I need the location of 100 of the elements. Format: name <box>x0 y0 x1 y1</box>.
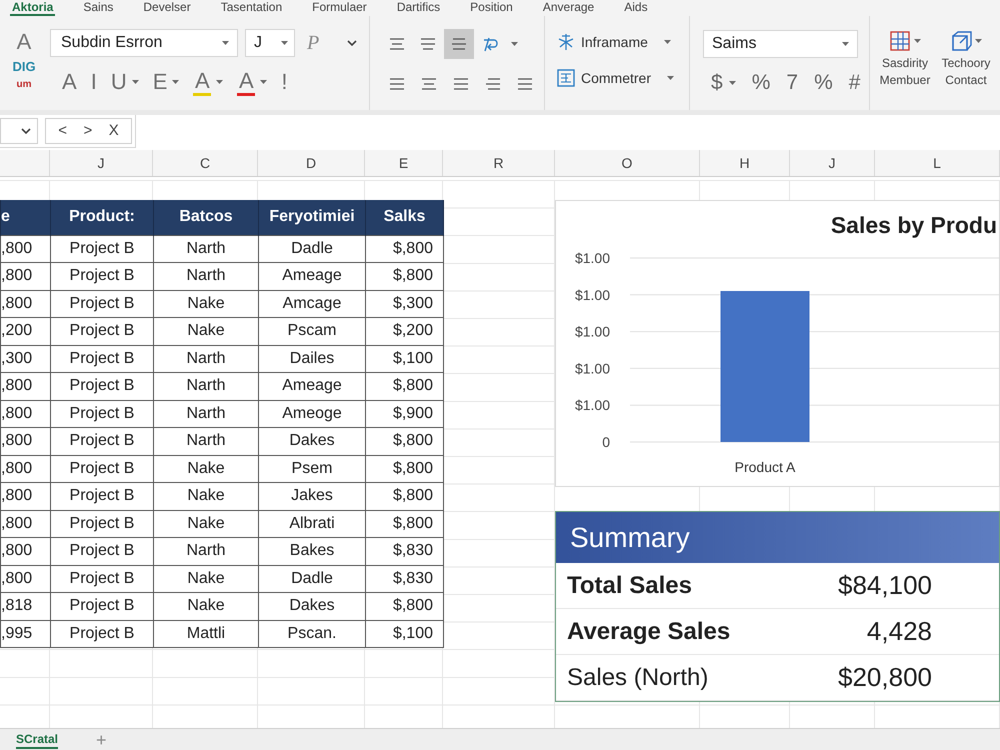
clipboard-button[interactable]: A <box>16 30 32 54</box>
table-cell: ,800 <box>0 565 50 592</box>
table-cell: Amcage <box>258 290 366 318</box>
table-cell: Psem <box>258 455 366 482</box>
style-menu-button[interactable]: Inframame <box>557 33 689 51</box>
column-header[interactable]: Salks <box>366 200 444 235</box>
formula-bar-button[interactable]: > <box>80 122 96 140</box>
table-cell: ,200 <box>0 318 50 345</box>
format-button[interactable]: E <box>152 70 180 94</box>
number-format-button[interactable]: % <box>814 71 833 95</box>
column-header[interactable]: L <box>875 150 1000 176</box>
caret-down-icon[interactable] <box>511 42 518 46</box>
format-button[interactable]: A <box>237 68 268 96</box>
summary-label: Average Sales <box>567 616 730 646</box>
formula-bar-button[interactable]: X <box>106 122 122 140</box>
chevron-down-icon[interactable] <box>347 40 358 46</box>
table-cell: ,800 <box>0 482 50 510</box>
column-header[interactable]: H <box>700 150 790 176</box>
table-cell: ,995 <box>0 620 50 648</box>
column-header[interactable]: E <box>365 150 443 176</box>
column-header[interactable]: C <box>153 150 258 176</box>
clipboard-button[interactable]: DIG <box>12 59 36 74</box>
ribbon-tab[interactable]: Anverage <box>540 1 596 16</box>
caret-down-icon[interactable] <box>667 76 674 80</box>
caret-down-icon[interactable] <box>172 80 180 84</box>
column-header[interactable]: D <box>258 150 365 176</box>
column-header[interactable]: Product: <box>50 200 154 235</box>
formula-bar-button[interactable]: < <box>55 122 70 140</box>
caret-down-icon[interactable] <box>222 41 229 45</box>
ribbon-tab[interactable]: Position <box>468 1 515 16</box>
summary-value: $20,800 <box>838 661 932 694</box>
table-cell: Albrati <box>258 510 366 538</box>
table-cell: Narth <box>154 400 258 428</box>
table-cell: Project B <box>50 345 154 372</box>
table-cell: Project B <box>50 565 154 592</box>
number-format-dropdown[interactable]: Saims <box>703 30 858 58</box>
align-icon <box>485 77 501 91</box>
column-header[interactable]: Feryotimiei <box>258 200 366 235</box>
table-cell: Nake <box>154 290 258 318</box>
ribbon-tab[interactable]: Sains <box>81 1 116 16</box>
format-button[interactable]: A <box>62 70 77 94</box>
ribbon-tab[interactable]: Tasentation <box>218 1 284 16</box>
ribbon-tab[interactable]: Aids <box>622 1 650 16</box>
table-cell: Project B <box>50 428 154 455</box>
clipboard-button[interactable]: um <box>16 79 32 91</box>
table-cell: Nake <box>154 318 258 345</box>
column-header[interactable]: Batcos <box>154 200 258 235</box>
table-cell: Dailes <box>258 345 366 372</box>
format-button[interactable]: U <box>110 70 139 94</box>
caret-down-icon[interactable] <box>260 80 268 84</box>
table-cell: $,800 <box>366 372 444 400</box>
column-header[interactable]: e <box>0 200 50 235</box>
caret-down-icon[interactable] <box>842 42 849 46</box>
table-cell: ,800 <box>0 262 50 290</box>
ribbon-tab[interactable]: Formulaer <box>310 1 369 16</box>
table-cell: Project B <box>50 538 154 565</box>
sheet-tab[interactable]: SCratal <box>16 730 58 748</box>
format-button[interactable]: ! <box>281 70 288 94</box>
align-icon <box>517 77 533 91</box>
caret-down-icon[interactable] <box>728 81 736 85</box>
caret-down-icon[interactable] <box>974 39 982 43</box>
wrap-text-button[interactable] <box>483 36 518 52</box>
axis-tick-label: $1.00 <box>574 250 610 266</box>
number-format-button[interactable]: $ <box>711 71 736 95</box>
column-header[interactable]: R <box>443 150 555 176</box>
axis-tick-label: 0 <box>602 434 610 450</box>
summary-value: $84,100 <box>838 569 932 602</box>
format-button[interactable]: I <box>90 70 97 94</box>
caret-down-icon[interactable] <box>664 40 671 44</box>
command-button[interactable]: Sasdirity Membuer <box>880 30 930 110</box>
table-cell: Nake <box>154 565 258 592</box>
align-icon <box>389 37 405 51</box>
align-icon <box>451 37 467 51</box>
number-format-button[interactable]: % <box>752 71 770 95</box>
table-cell: $,900 <box>366 400 444 428</box>
format-button[interactable]: A <box>193 68 224 96</box>
formula-input[interactable] <box>135 114 1000 148</box>
number-format-button[interactable]: # <box>848 71 860 95</box>
align-icon <box>453 77 469 91</box>
table-cell: $,830 <box>366 565 444 592</box>
caret-down-icon[interactable] <box>281 41 288 45</box>
caret-down-icon[interactable] <box>914 39 921 43</box>
column-header[interactable]: J <box>790 150 875 176</box>
font-name-dropdown[interactable]: Subdin Esrron <box>50 29 238 57</box>
style-menu-button[interactable]: Commetrer <box>557 69 689 87</box>
font-size-dropdown[interactable]: J <box>245 29 295 57</box>
command-button[interactable]: Techoory Contact <box>942 30 990 110</box>
caret-down-icon[interactable] <box>132 80 139 84</box>
column-header[interactable]: O <box>555 150 700 176</box>
axis-tick-label: $1.00 <box>574 324 610 340</box>
align-button[interactable] <box>444 29 474 59</box>
chevron-down-icon[interactable] <box>21 128 31 134</box>
ribbon-tab[interactable]: Develser <box>141 1 193 16</box>
table-cell: Ameoge <box>258 400 366 428</box>
ribbon-tab[interactable]: Dartifics <box>394 1 442 16</box>
number-format-button[interactable]: 7 <box>786 71 798 95</box>
column-header[interactable]: J <box>50 150 153 176</box>
table-cell: Nake <box>154 455 258 482</box>
caret-down-icon[interactable] <box>216 80 224 84</box>
table-cell: Bakes <box>258 538 366 565</box>
